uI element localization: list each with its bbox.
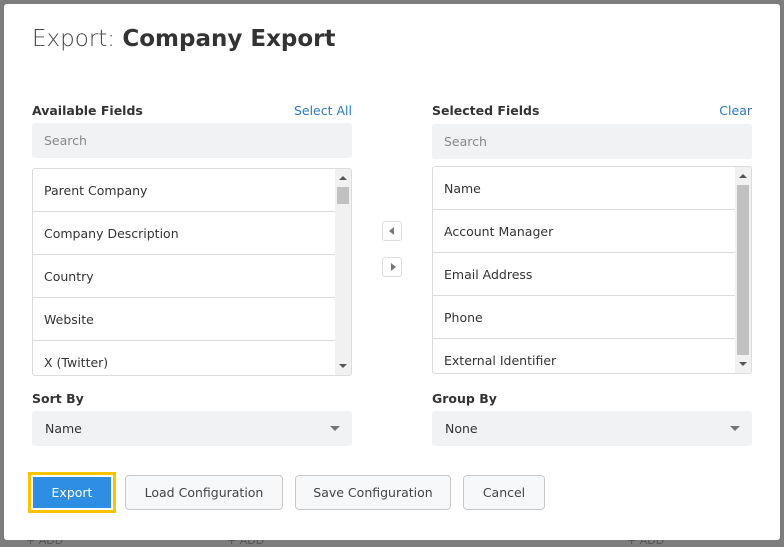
list-item[interactable]: Parent Company [33,169,335,212]
available-fields-list: Parent Company Company Description Count… [32,168,352,376]
export-dialog: Export: Company Export Available Fields … [4,4,780,540]
clear-link[interactable]: Clear [719,103,752,118]
select-all-link[interactable]: Select All [294,103,352,118]
available-scrollbar[interactable] [335,169,351,375]
list-item[interactable]: External Identifier [433,339,735,373]
scroll-thumb[interactable] [337,187,349,204]
selected-fields-label: Selected Fields [432,103,540,118]
scroll-down-icon[interactable] [739,362,747,366]
list-item[interactable]: X (Twitter) [33,341,335,375]
list-item[interactable]: Country [33,255,335,298]
move-right-button[interactable] [382,257,402,277]
scroll-thumb[interactable] [737,185,749,355]
export-label: Export [33,477,111,508]
chevron-down-icon [330,426,340,431]
list-item[interactable]: Name [433,167,735,210]
sort-by-value: Name [45,421,82,436]
export-button[interactable]: Export [28,472,116,513]
dialog-title: Export: Company Export [32,26,336,52]
move-left-button[interactable] [382,221,402,241]
title-name: Company Export [122,26,336,52]
list-item[interactable]: Company Description [33,212,335,255]
group-by-label: Group By [432,391,497,406]
caret-right-icon [391,263,396,271]
title-prefix: Export: [32,26,116,52]
scroll-up-icon[interactable] [739,174,747,178]
save-configuration-button[interactable]: Save Configuration [295,475,451,510]
chevron-down-icon [730,426,740,431]
selected-fields-list: Name Account Manager Email Address Phone… [432,166,752,374]
scroll-up-icon[interactable] [339,176,347,180]
load-configuration-button[interactable]: Load Configuration [125,475,283,510]
available-search-input[interactable] [32,123,352,158]
sort-by-select[interactable]: Name [32,411,352,446]
selected-scrollbar[interactable] [735,167,751,373]
list-item[interactable]: Account Manager [433,210,735,253]
caret-left-icon [389,227,394,235]
list-item[interactable]: Phone [433,296,735,339]
sort-by-label: Sort By [32,391,84,406]
cancel-button[interactable]: Cancel [463,475,545,510]
list-item[interactable]: Website [33,298,335,341]
selected-search-input[interactable] [432,124,752,159]
group-by-value: None [445,421,478,436]
list-item[interactable]: Email Address [433,253,735,296]
available-fields-label: Available Fields [32,103,143,118]
scroll-down-icon[interactable] [339,364,347,368]
group-by-select[interactable]: None [432,411,752,446]
